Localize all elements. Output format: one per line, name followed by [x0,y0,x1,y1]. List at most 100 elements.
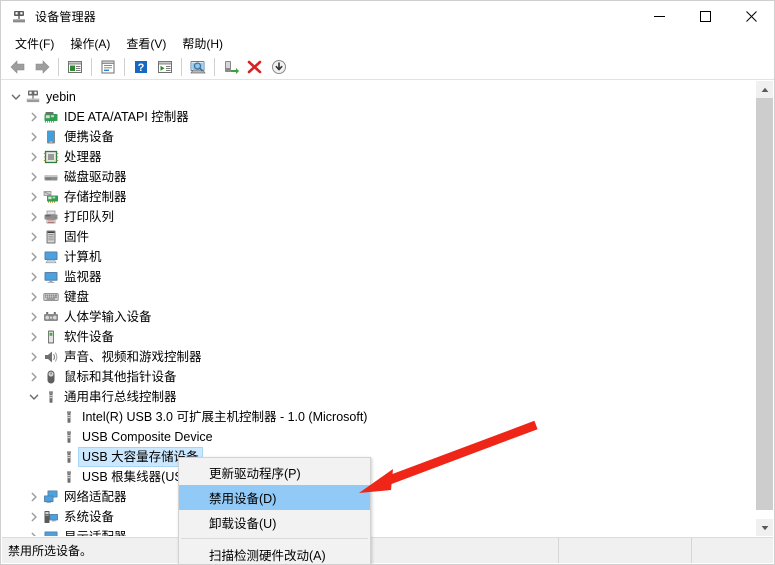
scroll-up-arrow-icon[interactable] [756,81,773,98]
chevron-right-icon[interactable] [26,129,42,145]
disk-drive-icon [42,169,60,185]
menu-view[interactable]: 查看(V) [118,33,174,54]
display-adapter-icon [42,529,60,536]
device-tree[interactable]: yebin IDE ATA/ATAPI 控制器便携设备 处理器 磁盘驱动器 存储控制器打… [2,81,755,536]
chevron-right-icon[interactable] [26,529,42,536]
chevron-right-icon[interactable] [26,249,42,265]
usb-device-icon [60,409,78,425]
close-button[interactable] [728,1,774,32]
tree-node-label: 计算机 [64,250,102,264]
chevron-right-icon[interactable] [26,509,42,525]
properties-icon[interactable] [96,56,120,78]
uninstall-device-icon[interactable] [243,56,267,78]
chevron-right-icon[interactable] [26,109,42,125]
mouse-icon [42,369,60,385]
scrollbar-thumb[interactable] [756,98,773,510]
tree-node[interactable]: Intel(R) USB 3.0 可扩展主机控制器 - 1.0 (Microso… [2,407,755,427]
monitor-icon [42,269,60,285]
tree-node[interactable]: 计算机 [2,247,755,267]
chevron-right-icon[interactable] [26,149,42,165]
chevron-down-icon[interactable] [26,389,42,405]
tree-node[interactable]: 便携设备 [2,127,755,147]
tree-node[interactable]: 显示适配器 [2,527,755,536]
chevron-right-icon[interactable] [26,169,42,185]
menu-action[interactable]: 操作(A) [62,33,118,54]
tree-node[interactable]: 处理器 [2,147,755,167]
chevron-right-icon[interactable] [26,349,42,365]
scan-hardware-changes-icon[interactable] [186,56,210,78]
toolbar: ? [1,54,774,80]
show-hide-console-tree-icon[interactable] [63,56,87,78]
menu-bar: 文件(F) 操作(A) 查看(V) 帮助(H) [1,32,774,54]
scrollbar-track[interactable] [756,98,773,519]
tree-node[interactable]: 磁盘驱动器 [2,167,755,187]
tree-node[interactable]: 键盘 [2,287,755,307]
separator-1 [58,57,59,76]
tree-node-root[interactable]: yebin [2,87,755,107]
tree-node[interactable]: 软件设备 [2,327,755,347]
scroll-down-arrow-icon[interactable] [756,519,773,536]
tree-node[interactable]: 存储控制器 [2,187,755,207]
ctx-disable-device[interactable]: 禁用设备(D) [179,485,370,510]
tree-node[interactable]: USB 大容量存储设备 [2,447,755,467]
tree-node-label: 打印队列 [64,210,115,224]
tree-node[interactable]: 系统设备 [2,507,755,527]
chevron-right-icon[interactable] [26,209,42,225]
processor-icon [42,149,60,165]
tree-node[interactable]: 网络适配器 [2,487,755,507]
tree-node[interactable]: 固件 [2,227,755,247]
device-tree-pane: yebin IDE ATA/ATAPI 控制器便携设备 处理器 磁盘驱动器 存储控制器打… [2,81,773,536]
sound-video-game-icon [42,349,60,365]
chevron-right-icon[interactable] [26,329,42,345]
chevron-right-icon[interactable] [26,289,42,305]
minimize-button[interactable] [636,1,682,32]
context-menu-separator [181,538,368,539]
firmware-icon [42,229,60,245]
disable-device-icon[interactable] [267,56,291,78]
tree-node[interactable]: USB 根集线器(USB 3.0) [2,467,755,487]
tree-node[interactable]: 人体学输入设备 [2,307,755,327]
tree-node-label: 网络适配器 [64,490,127,504]
tree-node-label: 监视器 [64,270,102,284]
chevron-right-icon[interactable] [26,309,42,325]
enable-device-icon[interactable] [219,56,243,78]
tree-node[interactable]: IDE ATA/ATAPI 控制器 [2,107,755,127]
chevron-right-icon[interactable] [26,229,42,245]
device-manager-window: 设备管理器 文件(F) 操作(A) 查看(V) 帮助(H) ? yebin ID… [0,0,775,565]
vertical-scrollbar[interactable] [755,81,773,536]
ctx-uninstall-device[interactable]: 卸载设备(U) [179,510,370,535]
tree-node[interactable]: 打印队列 [2,207,755,227]
tree-node[interactable]: 监视器 [2,267,755,287]
tree-node[interactable]: 声音、视频和游戏控制器 [2,347,755,367]
chevron-right-icon[interactable] [26,489,42,505]
computer-icon [42,249,60,265]
menu-help[interactable]: 帮助(H) [174,33,231,54]
chevron-right-icon[interactable] [26,369,42,385]
chevron-right-icon[interactable] [26,189,42,205]
tree-node[interactable]: 鼠标和其他指针设备 [2,367,755,387]
tree-node[interactable]: 通用串行总线控制器 [2,387,755,407]
device-manager-icon [11,9,27,25]
network-adapter-icon [42,489,60,505]
ctx-scan-hardware-changes[interactable]: 扫描检测硬件改动(A) [179,542,370,564]
chevron-down-icon[interactable] [8,89,24,105]
tree-node-label: IDE ATA/ATAPI 控制器 [64,110,189,124]
ctx-update-driver[interactable]: 更新驱动程序(P) [179,460,370,485]
back-icon[interactable] [6,56,30,78]
tree-node[interactable]: USB Composite Device [2,427,755,447]
tree-node-label: 系统设备 [64,510,115,524]
update-driver-icon[interactable] [153,56,177,78]
menu-file[interactable]: 文件(F) [7,33,62,54]
separator-5 [214,57,215,76]
maximize-button[interactable] [682,1,728,32]
tree-node-label: 固件 [64,230,90,244]
chevron-right-icon[interactable] [26,269,42,285]
context-menu[interactable]: 更新驱动程序(P) 禁用设备(D) 卸载设备(U) 扫描检测硬件改动(A) [178,457,371,564]
usb-device-icon [60,449,78,465]
forward-icon[interactable] [30,56,54,78]
tree-node-label: 通用串行总线控制器 [64,390,177,404]
help-icon[interactable]: ? [129,56,153,78]
